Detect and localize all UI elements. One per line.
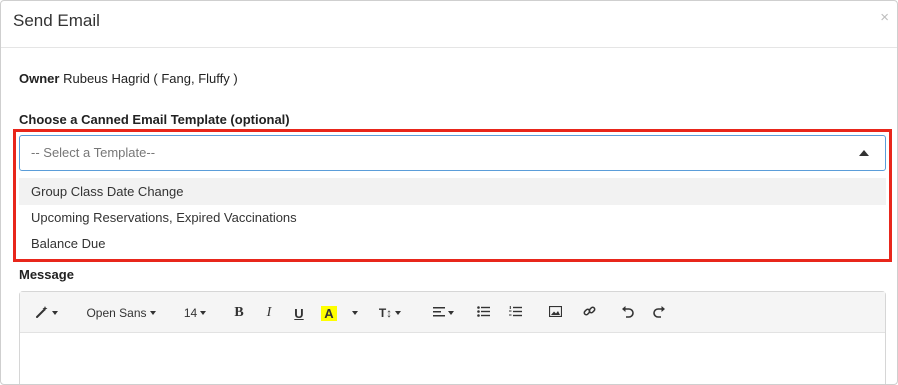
highlight-letter: A bbox=[321, 305, 337, 321]
style-button[interactable] bbox=[28, 301, 64, 325]
bold-button[interactable]: B bbox=[228, 301, 250, 325]
message-label: Message bbox=[19, 267, 74, 282]
template-option[interactable]: Group Class Date Change bbox=[19, 178, 886, 205]
bullet-list-button[interactable] bbox=[472, 301, 494, 325]
send-email-modal: Send Email × Owner Rubeus Hagrid ( Fang,… bbox=[0, 0, 898, 385]
insert-link-button[interactable] bbox=[578, 301, 600, 325]
line-height-button[interactable]: T↕ bbox=[372, 301, 408, 325]
modal-header: Send Email × bbox=[1, 1, 897, 48]
font-size-dropdown[interactable]: 14 bbox=[178, 301, 212, 325]
owner-value: Rubeus Hagrid ( Fang, Fluffy ) bbox=[63, 71, 238, 86]
template-select[interactable]: -- Select a Template-- bbox=[19, 135, 886, 171]
editor-toolbar: Open Sans 14 B I U A T↕ bbox=[20, 292, 885, 333]
bullet-list-icon bbox=[476, 306, 490, 320]
font-size-value: 14 bbox=[183, 306, 198, 320]
numbered-list-icon bbox=[508, 306, 522, 320]
font-family-value: Open Sans bbox=[86, 306, 147, 320]
modal-title: Send Email bbox=[13, 11, 100, 30]
template-option[interactable]: Upcoming Reservations, Expired Vaccinati… bbox=[19, 204, 886, 231]
numbered-list-button[interactable] bbox=[504, 301, 526, 325]
undo-icon bbox=[621, 305, 634, 321]
italic-button[interactable]: I bbox=[258, 301, 280, 325]
link-icon bbox=[583, 305, 596, 321]
image-icon bbox=[548, 305, 562, 320]
message-body-input[interactable] bbox=[20, 333, 885, 384]
redo-button[interactable] bbox=[648, 301, 670, 325]
undo-button[interactable] bbox=[616, 301, 638, 325]
close-button[interactable]: × bbox=[880, 9, 889, 26]
line-height-label: T↕ bbox=[378, 306, 393, 320]
redo-icon bbox=[652, 305, 666, 321]
align-button[interactable] bbox=[430, 301, 456, 325]
template-select-placeholder: -- Select a Template-- bbox=[31, 145, 156, 160]
highlight-color-button[interactable]: A bbox=[318, 301, 340, 325]
owner-label: Owner bbox=[19, 71, 60, 86]
template-label: Choose a Canned Email Template (optional… bbox=[19, 112, 290, 127]
insert-image-button[interactable] bbox=[544, 301, 566, 325]
font-family-dropdown[interactable]: Open Sans bbox=[80, 301, 162, 325]
caret-up-icon bbox=[859, 150, 869, 156]
highlight-color-dropdown[interactable] bbox=[346, 301, 360, 325]
align-icon bbox=[432, 306, 445, 320]
template-dropdown: Group Class Date Change Upcoming Reserva… bbox=[19, 176, 886, 258]
owner-line: Owner Rubeus Hagrid ( Fang, Fluffy ) bbox=[19, 71, 238, 86]
message-editor: Open Sans 14 B I U A T↕ bbox=[19, 291, 886, 384]
magic-wand-icon bbox=[35, 305, 49, 322]
template-option[interactable]: Balance Due bbox=[19, 230, 886, 257]
caret-down-icon bbox=[351, 311, 358, 315]
underline-button[interactable]: U bbox=[288, 301, 310, 325]
